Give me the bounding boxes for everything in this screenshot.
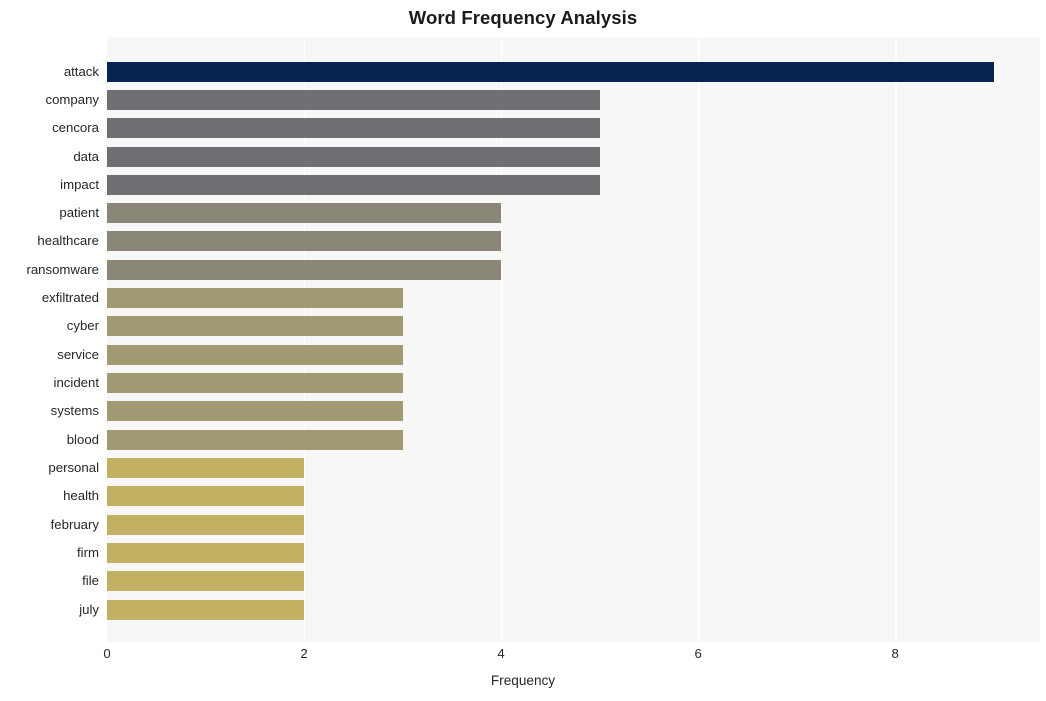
bars-container bbox=[107, 37, 1040, 642]
y-tick-label-firm: firm bbox=[77, 545, 99, 561]
y-tick-label-file: file bbox=[82, 573, 99, 589]
bar-healthcare[interactable] bbox=[107, 231, 502, 252]
y-tick-label-blood: blood bbox=[66, 431, 99, 447]
y-tick-label-service: service bbox=[57, 346, 99, 362]
y-tick-label-ransomware: ransomware bbox=[26, 261, 99, 277]
y-tick-label-february: february bbox=[50, 516, 99, 532]
bar-health[interactable] bbox=[107, 486, 305, 507]
y-tick-label-health: health bbox=[63, 488, 99, 504]
y-tick-label-july: july bbox=[79, 601, 99, 617]
bar-incident[interactable] bbox=[107, 373, 403, 394]
bar-exfiltrated[interactable] bbox=[107, 288, 403, 309]
x-tick-label-2: 2 bbox=[300, 646, 308, 661]
plot-area bbox=[107, 37, 1040, 642]
x-tick-label-6: 6 bbox=[694, 646, 702, 661]
y-tick-label-patient: patient bbox=[59, 205, 99, 221]
y-tick-label-cyber: cyber bbox=[66, 318, 99, 334]
bar-file[interactable] bbox=[107, 571, 305, 592]
y-axis-labels: attack company cencora data impact patient hea… bbox=[0, 37, 99, 642]
bar-cencora[interactable] bbox=[107, 118, 600, 139]
x-tick-label-8: 8 bbox=[891, 646, 899, 661]
bar-company[interactable] bbox=[107, 89, 600, 110]
y-tick-label-systems: systems bbox=[50, 403, 99, 419]
y-tick-label-incident: incident bbox=[53, 375, 99, 391]
y-tick-label-healthcare: healthcare bbox=[37, 233, 99, 249]
x-tick-label-4: 4 bbox=[497, 646, 505, 661]
x-axis-ticks: 0 2 4 6 8 bbox=[103, 642, 1040, 668]
y-tick-label-attack: attack bbox=[63, 63, 99, 79]
bar-blood[interactable] bbox=[107, 429, 403, 450]
bar-firm[interactable] bbox=[107, 543, 305, 564]
x-axis-title: Frequency bbox=[490, 673, 556, 688]
y-tick-label-cencora: cencora bbox=[52, 120, 99, 136]
bar-february[interactable] bbox=[107, 514, 305, 535]
x-tick-label-0: 0 bbox=[103, 646, 111, 661]
bar-ransomware[interactable] bbox=[107, 259, 502, 280]
bar-attack[interactable] bbox=[107, 61, 994, 82]
chart-title: Word Frequency Analysis bbox=[408, 7, 638, 28]
bar-data[interactable] bbox=[107, 146, 600, 167]
bar-patient[interactable] bbox=[107, 203, 502, 224]
bar-impact[interactable] bbox=[107, 174, 600, 195]
y-tick-label-company: company bbox=[45, 91, 99, 107]
bar-july[interactable] bbox=[107, 599, 305, 620]
bar-service[interactable] bbox=[107, 344, 403, 365]
y-tick-label-impact: impact bbox=[60, 176, 99, 192]
bar-personal[interactable] bbox=[107, 458, 305, 479]
word-frequency-chart-figure: Word Frequency Analysis attack company cen… bbox=[0, 0, 1046, 701]
y-tick-label-data: data bbox=[73, 148, 99, 164]
bar-systems[interactable] bbox=[107, 401, 403, 422]
y-tick-label-personal: personal bbox=[48, 460, 99, 476]
y-tick-label-exfiltrated: exfiltrated bbox=[41, 290, 99, 306]
bar-cyber[interactable] bbox=[107, 316, 403, 337]
